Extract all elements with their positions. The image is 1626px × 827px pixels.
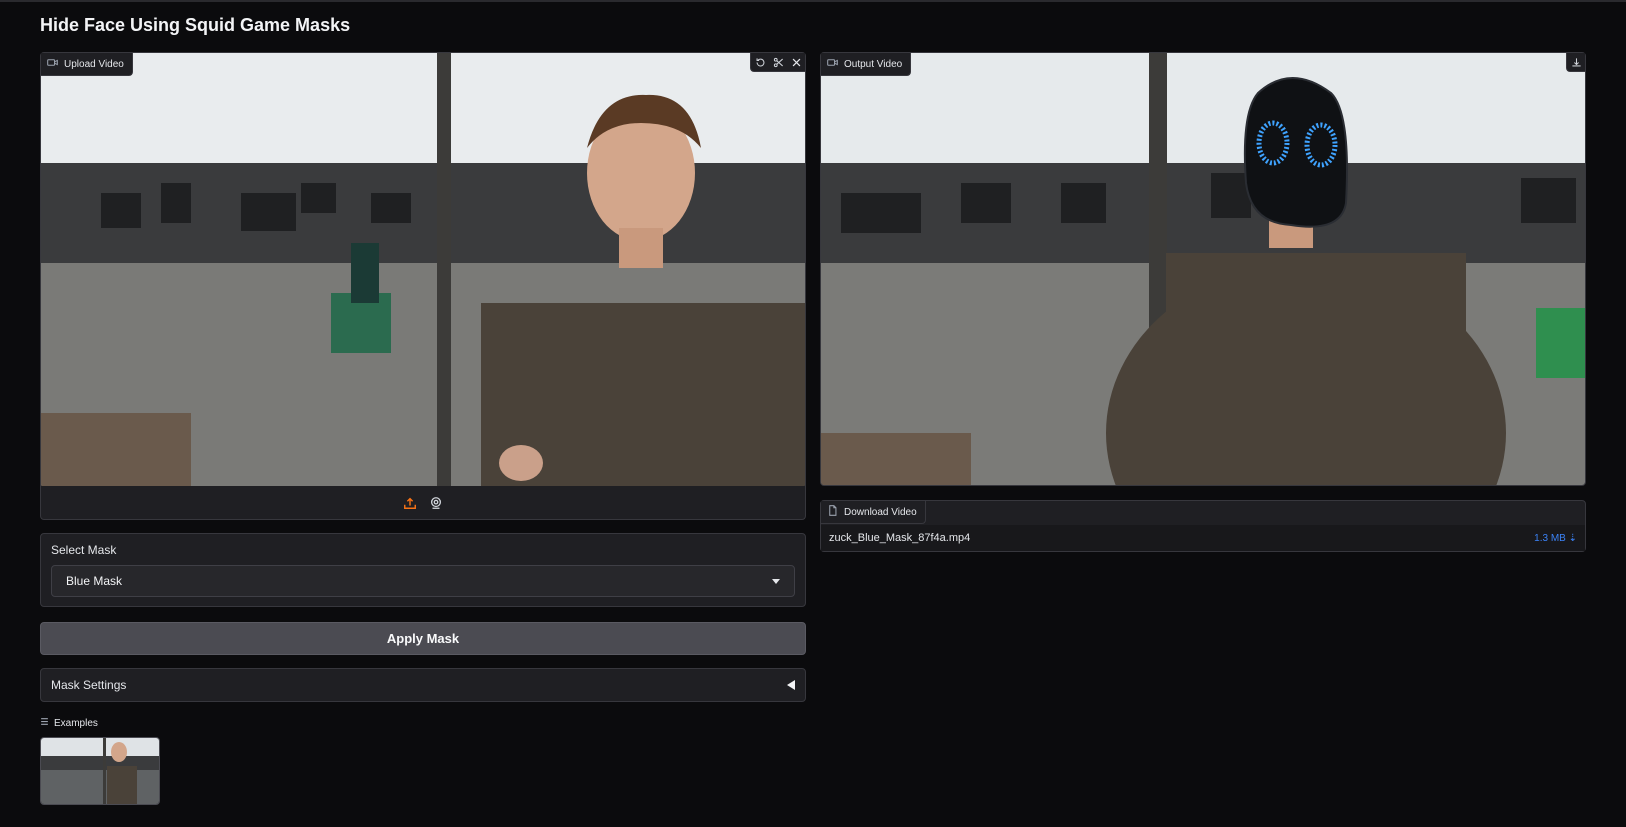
output-video-controls <box>1566 53 1585 72</box>
select-mask-panel: Select Mask Blue Mask <box>40 533 806 607</box>
webcam-icon[interactable] <box>428 495 444 511</box>
download-video-label: Download Video <box>821 501 926 524</box>
video-icon <box>827 57 838 71</box>
select-mask-label: Select Mask <box>51 543 117 557</box>
download-video-label-text: Download Video <box>844 506 917 518</box>
page-title: Hide Face Using Squid Game Masks <box>40 15 351 35</box>
apply-mask-button[interactable]: Apply Mask <box>40 622 806 655</box>
scissors-icon[interactable] <box>769 53 787 71</box>
mask-dropdown-value: Blue Mask <box>66 574 123 588</box>
collapse-triangle-icon <box>787 680 795 690</box>
list-icon <box>40 717 49 729</box>
file-name: zuck_Blue_Mask_87f4a.mp4 <box>829 532 971 544</box>
file-download-link[interactable]: 1.3 MB ⇣ <box>1534 533 1577 544</box>
upload-icon[interactable] <box>402 495 418 511</box>
upload-video-controls <box>750 53 805 72</box>
download-video-panel: Download Video zuck_Blue_Mask_87f4a.mp4 … <box>820 500 1586 552</box>
output-video-player[interactable] <box>821 53 1585 485</box>
example-video-thumbnail[interactable] <box>40 737 160 805</box>
upload-video-label-text: Upload Video <box>64 58 124 70</box>
undo-icon[interactable] <box>751 53 769 71</box>
examples-header: Examples <box>40 717 98 729</box>
upload-video-player[interactable] <box>41 53 805 487</box>
mask-settings-accordion[interactable]: Mask Settings <box>40 668 806 702</box>
mask-dropdown[interactable]: Blue Mask <box>51 565 795 597</box>
output-video-label: Output Video <box>821 53 912 76</box>
close-icon[interactable] <box>787 53 805 71</box>
file-icon <box>827 505 838 519</box>
output-video-label-text: Output Video <box>844 58 903 70</box>
download-icon[interactable] <box>1567 53 1585 71</box>
window-top-border <box>0 0 1626 2</box>
mask-settings-label: Mask Settings <box>51 678 127 692</box>
output-video-panel: Output Video <box>820 52 1586 486</box>
video-icon <box>47 57 58 71</box>
file-list-item: zuck_Blue_Mask_87f4a.mp4 1.3 MB ⇣ <box>821 525 1585 551</box>
chevron-down-icon <box>772 578 780 584</box>
upload-video-panel: Upload Video <box>40 52 806 487</box>
examples-label: Examples <box>54 717 98 729</box>
upload-video-label: Upload Video <box>41 53 133 76</box>
upload-source-bar <box>40 486 806 520</box>
